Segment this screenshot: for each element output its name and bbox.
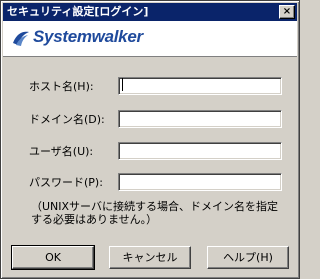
host-input[interactable] [118, 77, 282, 95]
domain-label: ドメイン名(D): [29, 113, 105, 126]
domain-note: （UNIXサーバに接続する場合、ドメイン名を指定する必要はありません。） [31, 200, 278, 226]
cancel-button[interactable]: キャンセル [109, 246, 191, 269]
host-label: ホスト名(H): [29, 80, 94, 93]
text-caret [122, 78, 123, 91]
password-label: パスワード(P): [29, 176, 103, 189]
help-button[interactable]: ヘルプ(H) [207, 246, 289, 269]
login-dialog: セキュリティ設定[ログイン] × Systemwalker ホスト名(H): ド… [0, 0, 300, 279]
user-label: ユーザ名(U): [29, 145, 94, 158]
user-input[interactable] [118, 142, 282, 160]
brand-name: Systemwalker [33, 27, 143, 46]
window-title: セキュリティ設定[ログイン] [7, 5, 149, 18]
close-button[interactable]: × [279, 5, 295, 19]
close-icon: × [282, 6, 292, 17]
password-input[interactable] [118, 173, 282, 191]
brand-banner: Systemwalker [3, 21, 297, 57]
domain-input[interactable] [118, 110, 282, 128]
title-bar[interactable]: セキュリティ設定[ログイン] × [3, 3, 297, 21]
ok-button[interactable]: OK [11, 245, 95, 270]
systemwalker-logo-icon [13, 31, 29, 46]
